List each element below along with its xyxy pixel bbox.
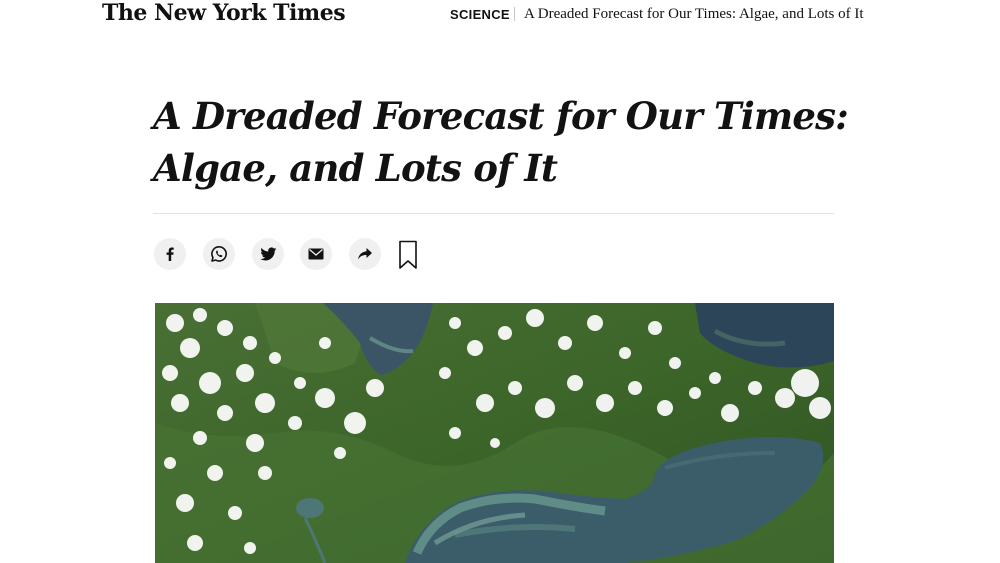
header-divider [514, 7, 515, 21]
section-label[interactable]: SCIENCE [450, 7, 510, 23]
nyt-logo[interactable]: The New York Times [102, 0, 346, 26]
headline: A Dreaded Forecast for Our Times: Algae,… [153, 90, 853, 194]
bookmark-icon [398, 240, 418, 274]
save-bookmark-button[interactable] [398, 240, 418, 270]
headline-line-2: Algae, and Lots of It [153, 146, 558, 190]
facebook-icon [162, 246, 178, 262]
share-arrow-icon [357, 247, 373, 261]
facebook-share-button[interactable] [154, 238, 186, 270]
top-bar: The New York Times SCIENCE A Dreaded For… [0, 0, 1000, 26]
header-article-title: A Dreaded Forecast for Our Times: Algae,… [524, 6, 864, 22]
whatsapp-share-button[interactable] [203, 238, 235, 270]
twitter-icon [259, 246, 277, 262]
more-share-button[interactable] [349, 238, 381, 270]
headline-line-1: A Dreaded Forecast for Our Times: [153, 94, 849, 138]
email-share-button[interactable] [300, 238, 332, 270]
whatsapp-icon [210, 245, 228, 263]
email-icon [308, 248, 324, 260]
satellite-photo-lake-erie-algae [155, 303, 834, 563]
headline-rule [153, 213, 834, 214]
twitter-share-button[interactable] [252, 238, 284, 270]
